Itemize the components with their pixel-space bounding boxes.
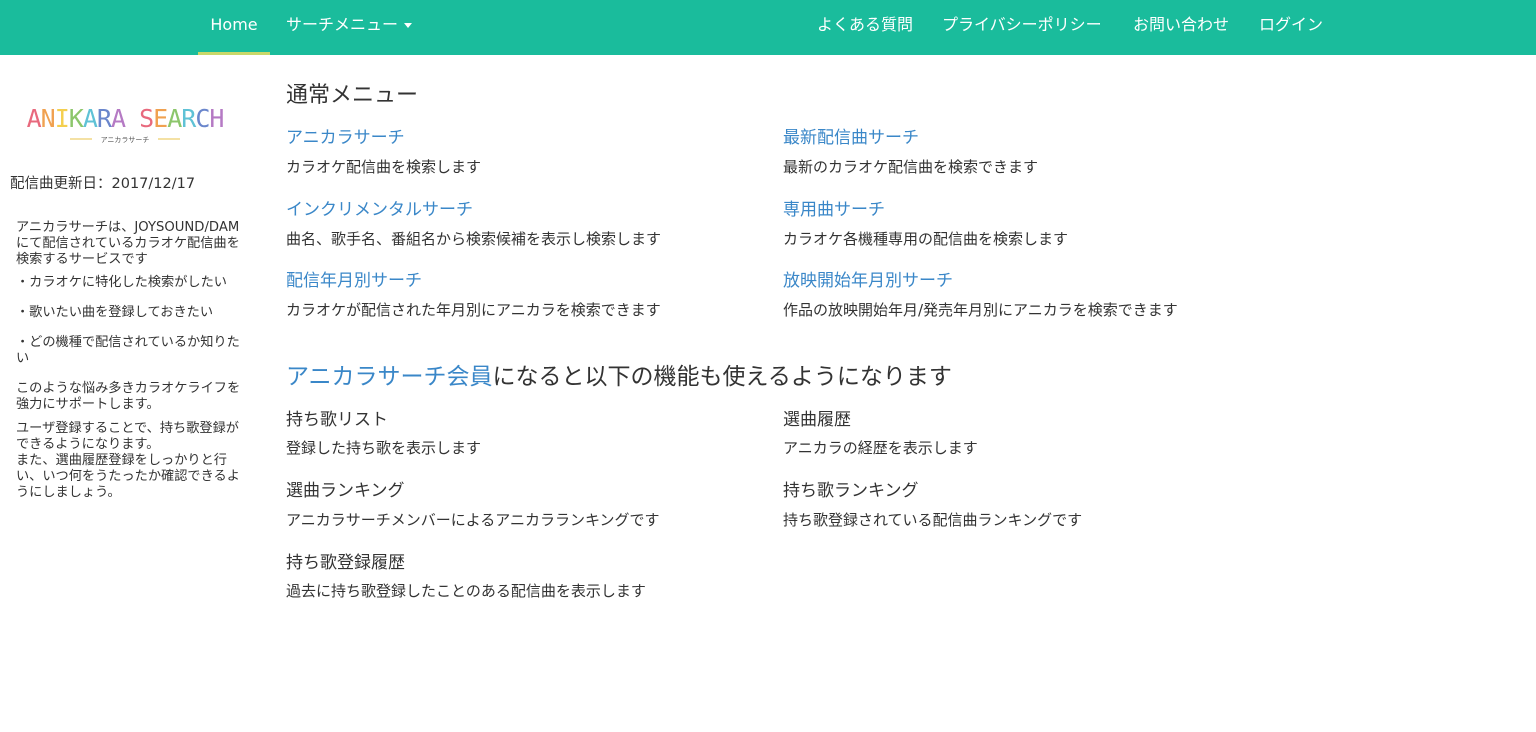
nav-contact-link[interactable]: お問い合わせ	[1133, 0, 1229, 55]
incremental-search-link[interactable]: インクリメンタルサーチ	[286, 195, 473, 220]
exclusive-songs-search-link[interactable]: 専用曲サーチ	[783, 195, 885, 220]
latest-songs-search-link[interactable]: 最新配信曲サーチ	[783, 123, 919, 148]
register-text: ユーザ登録することで、持ち歌登録ができるようになります。	[16, 421, 239, 452]
member-feature-title: 持ち歌登録履歴	[286, 553, 405, 573]
caret-down-icon	[404, 23, 413, 28]
menu-description: カラオケ配信曲を検索します	[286, 158, 482, 176]
nav-faq-link[interactable]: よくある質問	[817, 0, 913, 55]
active-tab-indicator	[198, 52, 270, 55]
member-feature-title: 選曲履歴	[783, 410, 851, 430]
search-menu-dropdown[interactable]: サーチメニュー	[286, 0, 413, 55]
member-heading-text: になると以下の機能も使えるようになります	[492, 364, 952, 390]
nav-privacy-link[interactable]: プライバシーポリシー	[942, 0, 1102, 55]
nav-home-link[interactable]: Home	[198, 0, 270, 55]
nav-home-label: Home	[210, 15, 258, 34]
search-menu-label: サーチメニュー	[286, 15, 399, 34]
member-feature-description: 過去に持ち歌登録したことのある配信曲を表示します	[286, 582, 646, 600]
history-text: また、選曲履歴登録をしっかりと行い、いつ何をうたったか確認できるようにしましょう…	[16, 453, 240, 500]
update-date: 配信曲更新日：2017/12/17	[10, 176, 196, 192]
broadcast-month-search-link[interactable]: 放映開始年月別サーチ	[783, 266, 953, 291]
anikara-search-logo[interactable]: ANIKARA SEARCH アニカラサーチ	[20, 95, 230, 145]
anikara-search-link[interactable]: アニカラサーチ	[286, 123, 405, 148]
release-month-search-link[interactable]: 配信年月別サーチ	[286, 266, 422, 291]
menu-description: カラオケ各機種専用の配信曲を検索します	[783, 230, 1069, 248]
menu-description: 作品の放映開始年月/発売年月別にアニカラを検索できます	[783, 301, 1178, 319]
bullet-item: ・カラオケに特化した検索がしたい	[16, 275, 227, 290]
nav-login-link[interactable]: ログイン	[1259, 0, 1323, 55]
member-heading: アニカラサーチ会員になると以下の機能も使えるようになります	[286, 357, 952, 391]
member-feature-title: 持ち歌リスト	[286, 410, 388, 430]
member-feature-description: アニカラの経歴を表示します	[783, 439, 978, 457]
svg-text:ANIKARA SEARCH: ANIKARA SEARCH	[27, 104, 224, 133]
member-feature-description: 持ち歌登録されている配信曲ランキングです	[783, 511, 1083, 529]
member-feature-title: 持ち歌ランキング	[783, 481, 919, 501]
description-text: アニカラサーチは、JOYSOUND/DAMにて配信されているカラオケ配信曲を検索…	[16, 220, 240, 267]
menu-description: 最新のカラオケ配信曲を検索できます	[783, 158, 1039, 176]
support-text: このような悩み多きカラオケライフを強力にサポートします。	[16, 381, 241, 412]
member-feature-description: アニカラサーチメンバーによるアニカラランキングです	[286, 511, 660, 529]
menu-description: 曲名、歌手名、番組名から検索候補を表示し検索します	[286, 230, 662, 248]
member-feature-title: 選曲ランキング	[286, 481, 405, 501]
bullet-item: ・どの機種で配信されているか知りたい	[16, 335, 240, 366]
bullet-item: ・歌いたい曲を登録しておきたい	[16, 305, 214, 320]
member-feature-description: 登録した持ち歌を表示します	[286, 439, 482, 457]
svg-text:アニカラサーチ: アニカラサーチ	[101, 136, 150, 144]
site-description: アニカラサーチは、JOYSOUND/DAMにて配信されているカラオケ配信曲を検索…	[16, 220, 244, 515]
normal-menu-heading: 通常メニュー	[286, 83, 419, 108]
menu-description: カラオケが配信された年月別にアニカラを検索できます	[286, 301, 661, 319]
member-link[interactable]: アニカラサーチ会員	[286, 364, 493, 390]
top-navbar: Home サーチメニュー よくある質問 プライバシーポリシー お問い合わせ ログ…	[0, 0, 1536, 55]
